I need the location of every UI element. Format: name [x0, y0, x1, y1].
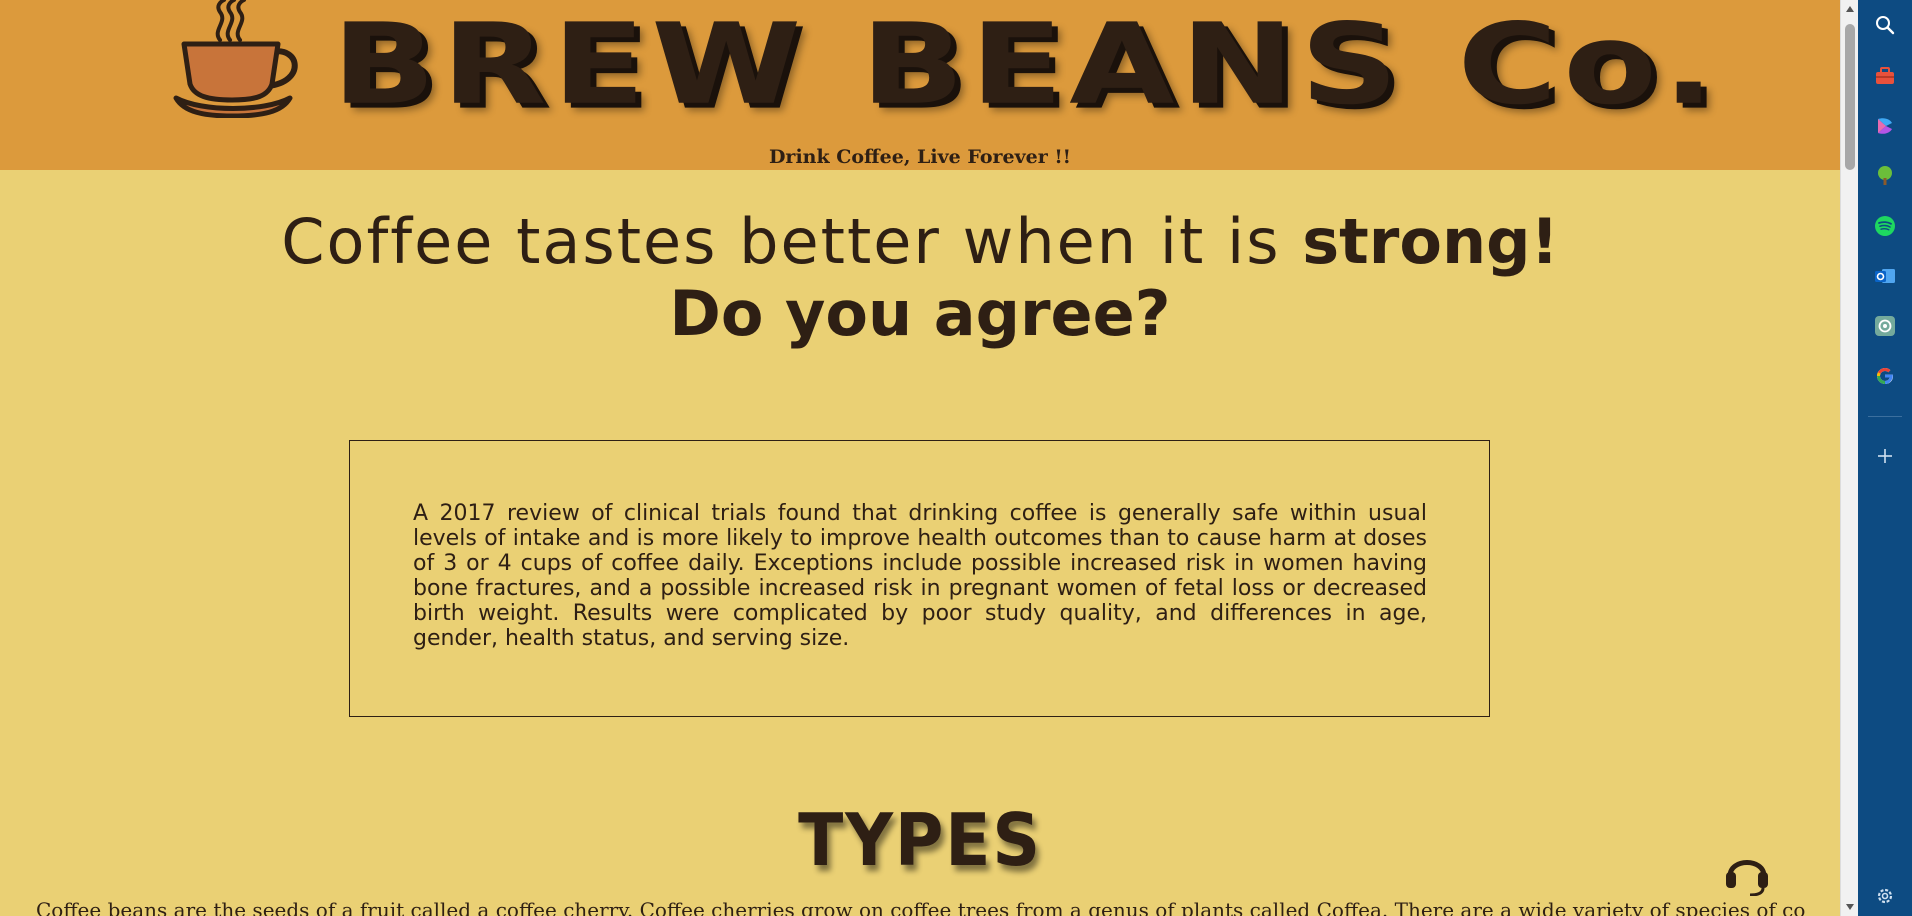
google-icon: [1877, 368, 1893, 384]
types-heading: TYPES: [798, 798, 1042, 882]
health-info-box: A 2017 review of clinical trials found t…: [349, 440, 1490, 717]
sidebar-outlook-button[interactable]: [1871, 262, 1899, 290]
sidebar-copilot-button[interactable]: [1871, 112, 1899, 140]
headset-icon: [1726, 860, 1768, 897]
sidebar-google-button[interactable]: [1871, 362, 1899, 390]
headline-emphasis: strong!: [1302, 205, 1559, 278]
copilot-icon: [1878, 118, 1892, 134]
settings-icon: [1877, 888, 1893, 904]
brand-name: BREW BEANS Co.: [332, 0, 1721, 130]
tagline: Drink Coffee, Live Forever !!: [768, 146, 1072, 168]
sidebar-chatgpt-button[interactable]: [1871, 312, 1899, 340]
tree-icon: [1878, 166, 1892, 185]
browser-sidebar: [1858, 0, 1912, 916]
headline-lead: Coffee tastes better when it is: [281, 205, 1303, 278]
add-icon: [1878, 449, 1892, 463]
headline: Coffee tastes better when it is strong! …: [0, 206, 1840, 350]
sidebar-tree-button[interactable]: [1871, 162, 1899, 190]
sidebar-tools-button[interactable]: [1871, 62, 1899, 90]
sidebar-divider: [1868, 416, 1902, 417]
search-icon: [1876, 16, 1895, 35]
coffee-cup-logo: [173, 0, 298, 118]
sidebar-search-button[interactable]: [1871, 11, 1899, 39]
headline-question: Do you agree?: [669, 277, 1171, 350]
sidebar-add-button[interactable]: [1871, 442, 1899, 470]
site-header: BREW BEANS Co. Drink Coffee, Live Foreve…: [0, 0, 1840, 170]
types-paragraph: Coffee beans are the seeds of a fruit ca…: [36, 898, 1806, 916]
sidebar-settings-button[interactable]: [1871, 882, 1899, 910]
outlook-icon: [1875, 269, 1895, 283]
health-info-text: A 2017 review of clinical trials found t…: [413, 501, 1427, 651]
web-page: BREW BEANS Co. Drink Coffee, Live Foreve…: [0, 0, 1840, 916]
page-scrollbar[interactable]: [1840, 0, 1858, 916]
scroll-up-arrow-icon[interactable]: [1846, 6, 1854, 12]
chatgpt-icon: [1875, 316, 1895, 336]
toolbox-icon: [1876, 67, 1894, 84]
headset-support-button[interactable]: [1722, 846, 1772, 897]
scroll-down-arrow-icon[interactable]: [1846, 904, 1854, 910]
scrollbar-thumb[interactable]: [1845, 24, 1855, 170]
spotify-icon: [1875, 216, 1895, 236]
sidebar-spotify-button[interactable]: [1871, 212, 1899, 240]
